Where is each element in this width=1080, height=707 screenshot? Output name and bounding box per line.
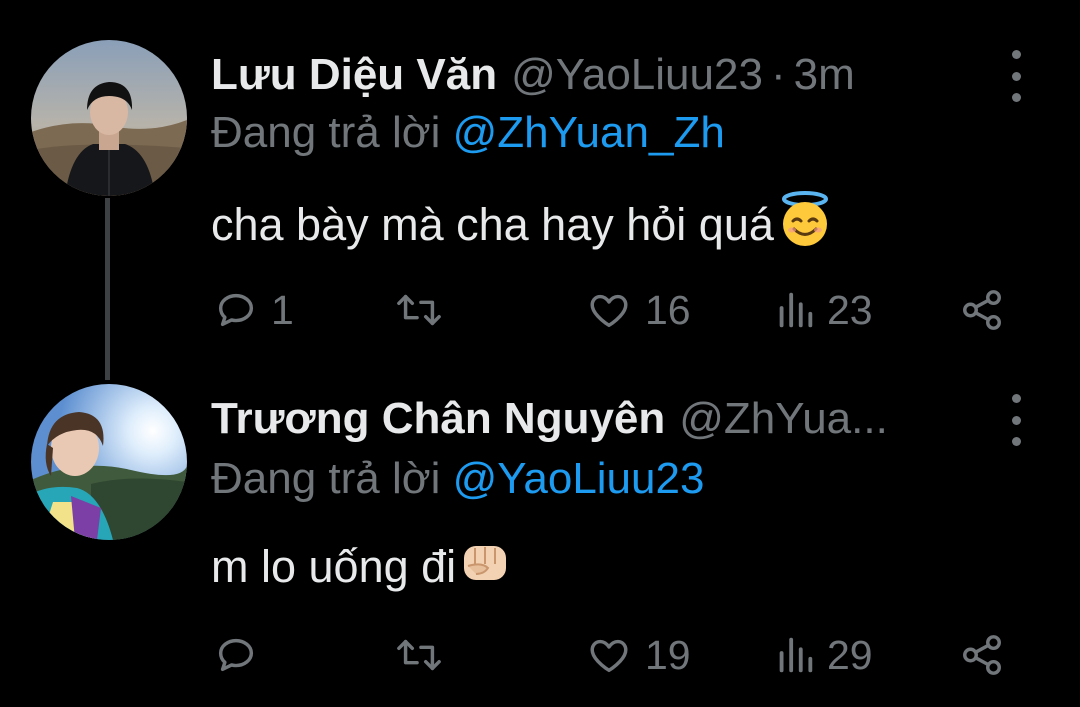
- view-count: 23: [827, 286, 873, 333]
- tweet-text: m lo uống đi: [211, 540, 457, 592]
- reply-button[interactable]: 1: [213, 285, 294, 335]
- replying-to: Đang trả lời @YaoLiuu23: [211, 454, 704, 504]
- views-button[interactable]: 23: [775, 285, 873, 335]
- replying-to: Đang trả lời @ZhYuan_Zh: [211, 108, 725, 158]
- tweet-1[interactable]: Lưu Diệu Văn @YaoLiuu23 · 3m Đang trả lờ…: [0, 0, 1080, 360]
- retweet-button[interactable]: [393, 630, 457, 680]
- share-button[interactable]: [959, 630, 1005, 680]
- like-icon: [590, 639, 628, 673]
- avatar[interactable]: [31, 40, 187, 196]
- replying-to-label: Đang trả lời: [211, 454, 441, 503]
- display-name[interactable]: Trương Chân Nguyên: [211, 394, 665, 444]
- tweet-actions: 19 29: [213, 630, 1013, 680]
- tweet-header: Lưu Diệu Văn @YaoLiuu23 · 3m: [211, 44, 970, 106]
- like-button[interactable]: 16: [585, 285, 691, 335]
- avatar[interactable]: [31, 384, 187, 540]
- user-handle[interactable]: @ZhYua...: [679, 394, 888, 444]
- views-button[interactable]: 29: [775, 630, 873, 680]
- tweet-text-container: m lo uống đi: [211, 534, 512, 599]
- share-button[interactable]: [959, 285, 1005, 335]
- view-count: 29: [827, 631, 873, 678]
- like-count: 16: [645, 286, 691, 333]
- reply-icon: [218, 293, 254, 327]
- more-icon[interactable]: [1003, 394, 1029, 446]
- replying-to-label: Đang trả lời: [211, 108, 441, 157]
- more-icon[interactable]: [1003, 50, 1029, 102]
- tweet-text-container: cha bày mà cha hay hỏi quá: [211, 190, 834, 259]
- retweet-button[interactable]: [393, 285, 457, 335]
- tweet-actions: 1 16 23: [213, 285, 1013, 335]
- like-button[interactable]: 19: [585, 630, 691, 680]
- smiling-face-with-halo-icon: [776, 190, 834, 259]
- oncoming-fist-icon: [458, 534, 512, 599]
- tweet-header: Trương Chân Nguyên @ZhYua...: [211, 388, 970, 450]
- like-icon: [590, 294, 628, 328]
- views-icon: [779, 637, 813, 673]
- share-icon: [963, 635, 1001, 675]
- separator-dot: ·: [770, 50, 786, 99]
- reply-mention[interactable]: @ZhYuan_Zh: [453, 108, 725, 157]
- reply-icon: [218, 638, 254, 672]
- user-handle[interactable]: @YaoLiuu23: [511, 50, 763, 100]
- reply-button[interactable]: [213, 630, 271, 680]
- reply-count: 1: [271, 286, 294, 333]
- views-icon: [779, 292, 813, 328]
- timestamp[interactable]: 3m: [794, 50, 855, 100]
- share-icon: [963, 290, 1001, 330]
- like-count: 19: [645, 631, 691, 678]
- display-name[interactable]: Lưu Diệu Văn: [211, 50, 497, 100]
- tweet-2[interactable]: Trương Chân Nguyên @ZhYua... Đang trả lờ…: [0, 360, 1080, 707]
- tweet-text: cha bày mà cha hay hỏi quá: [211, 198, 774, 250]
- retweet-icon: [397, 294, 441, 326]
- reply-mention[interactable]: @YaoLiuu23: [453, 454, 705, 503]
- retweet-icon: [397, 639, 441, 671]
